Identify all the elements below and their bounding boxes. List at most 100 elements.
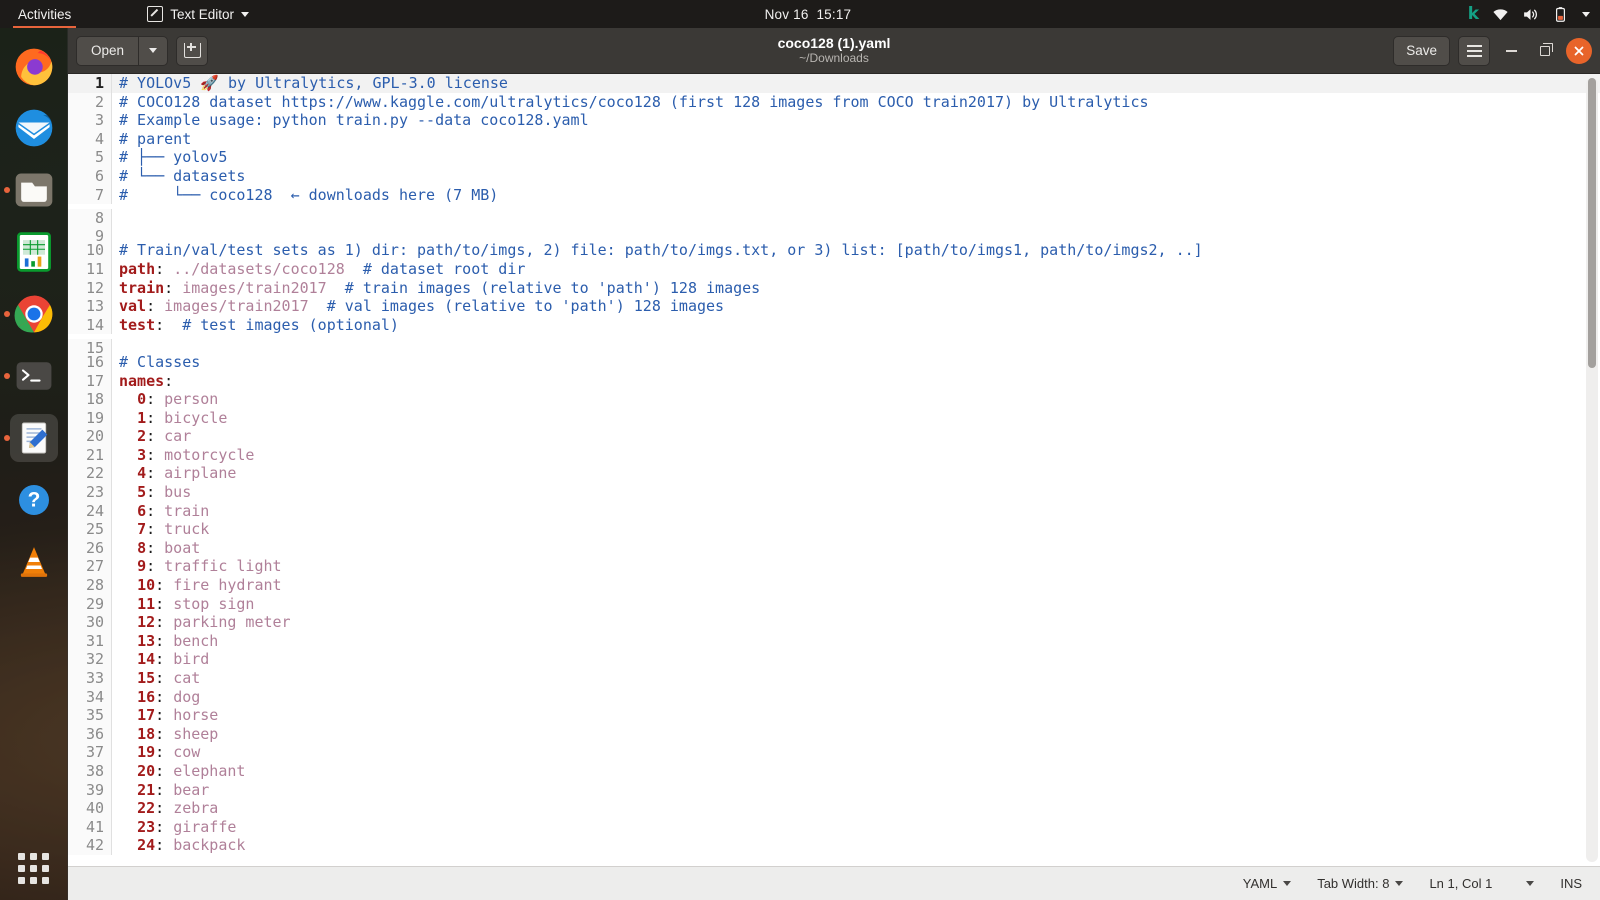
editor-line[interactable]: 39 21: bear [68, 780, 1600, 800]
system-menu-chevron-icon[interactable] [1582, 11, 1590, 17]
editor-line[interactable]: 24 6: train [68, 501, 1600, 521]
line-content[interactable]: 14: bird [112, 650, 1600, 669]
line-content[interactable]: 8: boat [112, 539, 1600, 558]
editor-line[interactable]: 31 13: bench [68, 631, 1600, 651]
tab-width-selector[interactable]: Tab Width: 8 [1317, 876, 1404, 891]
line-content[interactable] [112, 204, 1600, 223]
k-logo-icon[interactable]: k [1468, 5, 1479, 23]
line-content[interactable]: names: [112, 372, 1600, 391]
editor-line[interactable]: 42 24: backpack [68, 836, 1600, 855]
open-split-button[interactable]: Open [76, 35, 169, 66]
editor-line[interactable]: 40 22: zebra [68, 799, 1600, 818]
line-content[interactable]: 5: bus [112, 483, 1600, 502]
new-document-button[interactable] [176, 35, 209, 66]
line-content[interactable]: # ├── yolov5 [112, 148, 1600, 167]
line-content[interactable]: 9: traffic light [112, 557, 1600, 576]
line-content[interactable]: 1: bicycle [112, 409, 1600, 428]
editor-line[interactable]: 29 11: stop sign [68, 594, 1600, 614]
line-content[interactable]: 7: truck [112, 520, 1600, 539]
editor-line[interactable]: 33 15: cat [68, 669, 1600, 688]
dock-item-vlc[interactable] [10, 538, 58, 586]
editor-line[interactable]: 9 [68, 223, 1600, 246]
dock-item-firefox[interactable] [10, 42, 58, 90]
editor-line[interactable]: 1 # YOLOv5 🚀 by Ultralytics, GPL-3.0 lice… [68, 74, 1600, 93]
dock-item-libreoffice-calc[interactable] [10, 228, 58, 276]
editor-line[interactable]: 26 8: boat [68, 538, 1600, 558]
editor-line[interactable]: 23 5: bus [68, 483, 1600, 502]
line-content[interactable]: 19: cow [112, 743, 1600, 762]
clock-button[interactable]: Nov 16 15:17 [749, 0, 851, 37]
line-content[interactable]: test: # test images (optional) [112, 316, 1600, 335]
editor-line[interactable]: 36 18: sheep [68, 724, 1600, 744]
show-applications-button[interactable] [10, 852, 58, 900]
line-content[interactable]: # Train/val/test sets as 1) dir: path/to… [112, 241, 1600, 260]
editor-line[interactable]: 20 2: car [68, 427, 1600, 446]
line-content[interactable]: train: images/train2017 # train images (… [112, 279, 1600, 298]
line-content[interactable]: 20: elephant [112, 762, 1600, 781]
line-content[interactable]: 12: parking meter [112, 613, 1600, 632]
line-content[interactable]: # Example usage: python train.py --data … [112, 111, 1600, 130]
editor-line[interactable]: 15 [68, 334, 1600, 358]
line-content[interactable] [112, 334, 1600, 353]
editor-line[interactable]: 5 # ├── yolov5 [68, 148, 1600, 167]
editor-line[interactable]: 10 # Train/val/test sets as 1) dir: path/… [68, 241, 1600, 260]
line-content[interactable]: val: images/train2017 # val images (rela… [112, 297, 1600, 316]
line-content[interactable]: # COCO128 dataset https://www.kaggle.com… [112, 93, 1600, 112]
editor-line[interactable]: 16 # Classes [68, 352, 1600, 372]
language-selector[interactable]: YAML [1243, 876, 1292, 891]
line-content[interactable]: 21: bear [112, 781, 1600, 800]
editor-line[interactable]: 34 16: dog [68, 687, 1600, 707]
editor-line[interactable]: 2 # COCO128 dataset https://www.kaggle.co… [68, 92, 1600, 112]
editor-line[interactable]: 35 17: horse [68, 706, 1600, 725]
activities-button[interactable]: Activities [8, 0, 81, 28]
editor-line[interactable]: 3 # Example usage: python train.py --data… [68, 111, 1600, 130]
editor-line[interactable]: 13 val: images/train2017 # val images (re… [68, 297, 1600, 316]
line-content[interactable]: 3: motorcycle [112, 446, 1600, 465]
open-dropdown-button[interactable] [138, 35, 169, 66]
line-content[interactable]: # └── coco128 ← downloads here (7 MB) [112, 186, 1600, 205]
vertical-scrollbar-thumb[interactable] [1588, 78, 1596, 368]
line-content[interactable]: 11: stop sign [112, 595, 1600, 614]
cursor-position-selector[interactable]: Ln 1, Col 1 [1429, 876, 1535, 891]
editor-line[interactable]: 38 20: elephant [68, 761, 1600, 781]
line-content[interactable]: # └── datasets [112, 167, 1600, 186]
editor-line[interactable]: 12 train: images/train2017 # train images… [68, 278, 1600, 298]
editor-line[interactable]: 21 3: motorcycle [68, 445, 1600, 465]
line-content[interactable]: 23: giraffe [112, 818, 1600, 837]
editor-area[interactable]: 1 # YOLOv5 🚀 by Ultralytics, GPL-3.0 lice… [68, 74, 1600, 866]
line-content[interactable] [112, 223, 1600, 242]
editor-line[interactable]: 18 0: person [68, 390, 1600, 409]
line-content[interactable]: # Classes [112, 353, 1600, 372]
line-content[interactable]: 18: sheep [112, 725, 1600, 744]
save-button[interactable]: Save [1393, 35, 1450, 66]
battery-icon[interactable] [1552, 6, 1569, 23]
editor-line[interactable]: 32 14: bird [68, 650, 1600, 669]
editor-line[interactable]: 25 7: truck [68, 520, 1600, 539]
editor-line[interactable]: 27 9: traffic light [68, 557, 1600, 577]
dock-item-terminal[interactable] [3, 352, 58, 400]
line-content[interactable]: 0: person [112, 390, 1600, 409]
dock-item-files[interactable] [3, 166, 58, 214]
editor-line[interactable]: 11 path: ../datasets/coco128 # dataset ro… [68, 259, 1600, 279]
dock-item-help[interactable]: ? [10, 476, 58, 524]
line-content[interactable]: # parent [112, 130, 1600, 149]
editor-line[interactable]: 22 4: airplane [68, 464, 1600, 484]
close-button[interactable] [1566, 37, 1592, 64]
editor-line[interactable]: 7 # └── coco128 ← downloads here (7 MB) [68, 185, 1600, 205]
line-content[interactable]: 24: backpack [112, 836, 1600, 855]
editor-line[interactable]: 8 [68, 204, 1600, 228]
line-content[interactable]: 17: horse [112, 706, 1600, 725]
line-content[interactable]: 2: car [112, 427, 1600, 446]
editor-line[interactable]: 41 23: giraffe [68, 817, 1600, 837]
line-content[interactable]: 6: train [112, 502, 1600, 521]
line-content[interactable]: 22: zebra [112, 799, 1600, 818]
editor-line[interactable]: 17 names: [68, 371, 1600, 391]
vertical-scrollbar[interactable] [1586, 78, 1598, 862]
line-content[interactable]: 16: dog [112, 688, 1600, 707]
editor-line[interactable]: 14 test: # test images (optional) [68, 315, 1600, 335]
source-view[interactable]: 1 # YOLOv5 🚀 by Ultralytics, GPL-3.0 lice… [68, 74, 1600, 866]
editor-line[interactable]: 6 # └── datasets [68, 166, 1600, 186]
volume-icon[interactable] [1522, 6, 1539, 23]
dock-item-thunderbird[interactable] [10, 104, 58, 152]
minimize-button[interactable] [1498, 38, 1524, 64]
